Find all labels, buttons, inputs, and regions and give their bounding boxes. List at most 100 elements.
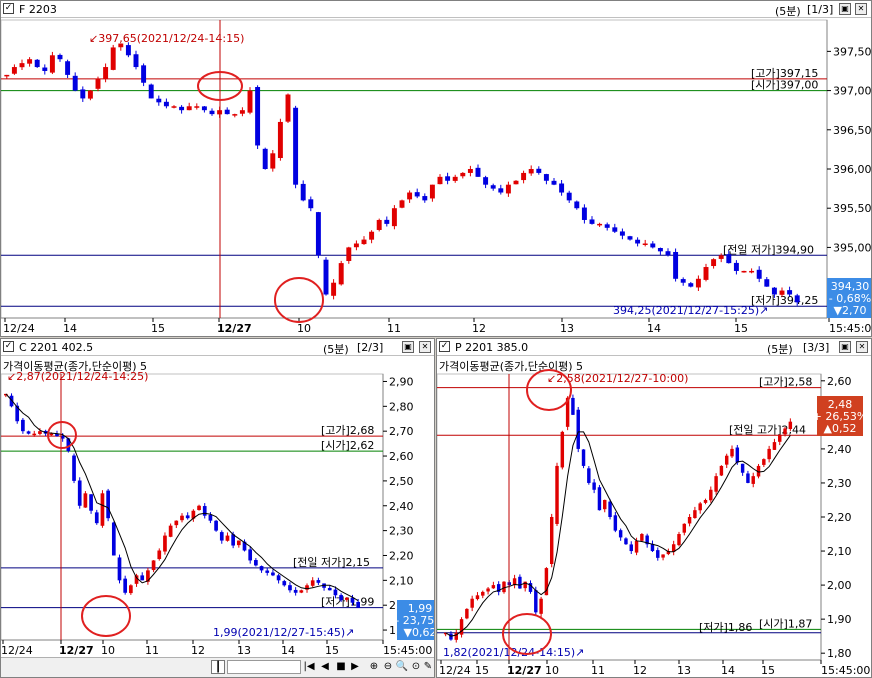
top-period: (5분): [775, 5, 801, 18]
search-zoom-icon[interactable]: 🔍: [395, 660, 409, 674]
top-level-label: [시가]397,00: [751, 79, 818, 92]
top-panel-checkbox[interactable]: ✓: [3, 3, 14, 14]
left-candle: [344, 597, 349, 600]
zoom-in-icon[interactable]: ⊕: [367, 660, 381, 674]
right-level-label: [전일 고가]2,44: [729, 422, 806, 436]
right-candle: [539, 598, 543, 614]
left-price-chart[interactable]: 2,902,802,702,602,502,402,302,202,102,00…: [1, 356, 435, 658]
top-candle: [34, 59, 40, 68]
left-candle: [276, 575, 281, 581]
top-page: [1/3]: [807, 3, 834, 16]
left-moving-average-line: [5, 393, 359, 602]
left-candle: [100, 493, 105, 526]
left-candle: [21, 419, 25, 432]
top-x-tick-label: 12/24: [3, 322, 35, 335]
right-candle: [576, 409, 580, 449]
left-candle: [310, 580, 315, 586]
right-candle: [746, 473, 750, 483]
right-candle: [640, 534, 644, 541]
top-candle: [125, 45, 131, 56]
top-y-tick-label: 397,50: [833, 45, 872, 58]
top-candle: [95, 78, 101, 89]
right-candle: [730, 448, 734, 457]
right-candle: [719, 465, 724, 476]
left-candle: [259, 566, 264, 571]
left-y-tick-label: 2,70: [389, 425, 414, 438]
left-candle: [38, 431, 42, 434]
left-candle: [236, 540, 241, 546]
right-candle: [475, 595, 480, 600]
prev-icon[interactable]: ◀: [319, 660, 331, 674]
scroll-handle[interactable]: ┃: [211, 660, 225, 674]
top-x-tick-label: 14: [647, 322, 661, 335]
top-candle: [103, 67, 109, 80]
top-candle: [315, 212, 321, 256]
right-symbol: P 2201 385.0: [455, 341, 529, 354]
top-candle: [536, 168, 542, 173]
left-candle: [83, 493, 88, 508]
top-candle: [711, 259, 717, 267]
left-level-label: [저가]1,99: [321, 596, 374, 609]
top-x-tick-label: 10: [297, 322, 311, 335]
right-panel-checkbox[interactable]: ✓: [439, 341, 450, 352]
top-x-tick-label: 12: [472, 322, 486, 335]
left-candle: [356, 601, 361, 608]
right-restore-button[interactable]: ▣: [839, 341, 851, 353]
right-candle: [534, 590, 538, 613]
top-candle: [72, 75, 78, 91]
top-candle: [49, 55, 55, 73]
first-page-icon[interactable]: |◀: [303, 660, 315, 674]
right-close-button[interactable]: ✕: [856, 341, 868, 353]
scroll-track[interactable]: [227, 660, 301, 674]
right-candle: [698, 503, 702, 511]
next-icon[interactable]: ▶: [349, 660, 361, 674]
right-candle: [656, 550, 660, 558]
right-price-chart[interactable]: 2,602,502,402,302,202,102,001,901,8012/2…: [437, 356, 872, 678]
right-y-tick-label: 2,20: [827, 511, 852, 524]
right-candle: [624, 538, 628, 545]
top-x-tick-label: 12/27: [217, 322, 252, 335]
top-high-annotation: ↙397,65(2021/12/24-14:15): [89, 32, 244, 45]
right-candle: [518, 576, 522, 589]
top-candle: [619, 231, 625, 236]
top-y-tick-label: 397,00: [833, 85, 872, 98]
right-candle: [502, 581, 506, 593]
top-candle: [604, 224, 610, 228]
top-candle: [467, 169, 473, 173]
zoom-out-icon[interactable]: ⊖: [381, 660, 395, 674]
left-x-tick-label: 12/24: [1, 644, 33, 657]
top-close-button[interactable]: ✕: [855, 3, 867, 15]
right-x-tick-label: 11: [591, 664, 605, 677]
right-candle: [783, 428, 787, 435]
left-candle: [293, 589, 298, 593]
top-candle: [277, 121, 283, 159]
top-candle: [657, 248, 663, 252]
top-x-tick-label: 14: [63, 322, 77, 335]
right-candle: [465, 608, 469, 619]
top-candle: [566, 192, 572, 201]
top-candle: [346, 247, 352, 262]
left-toolbar: ┃ |◀ ◀ ■ ▶ ⊕ ⊖ 🔍 ⊙ ✎: [1, 657, 434, 677]
right-candle: [767, 448, 771, 460]
top-candle: [787, 290, 793, 295]
right-candle: [677, 534, 681, 546]
right-x-tick-label: 12/24: [439, 664, 471, 677]
left-restore-button[interactable]: ▣: [402, 341, 414, 353]
wrench-icon[interactable]: ✎: [421, 660, 434, 674]
left-x-tick-label: 10: [101, 644, 115, 657]
top-candle: [110, 47, 116, 70]
right-candle: [481, 591, 485, 596]
top-price-chart[interactable]: 397,50 397,00 396,50 396,00 395,50 395,00 12/2…: [1, 18, 872, 336]
left-panel-checkbox[interactable]: ✓: [3, 341, 14, 352]
top-restore-button[interactable]: ▣: [839, 3, 851, 15]
left-close-button[interactable]: ✕: [419, 341, 431, 353]
top-candle: [179, 106, 185, 111]
stop-icon[interactable]: ■: [335, 660, 347, 674]
top-plot-area: [1, 19, 828, 319]
top-candle: [581, 207, 587, 220]
top-x-tick-label: 15: [734, 322, 748, 335]
top-candle: [483, 177, 489, 185]
top-candle: [65, 61, 71, 75]
right-candle: [613, 515, 618, 531]
right-x-tick-label: 10: [545, 664, 559, 677]
